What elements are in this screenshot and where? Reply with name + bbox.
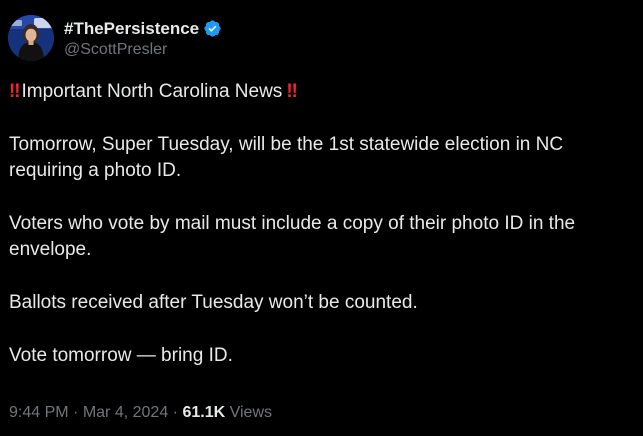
tweet-card: #ThePersistence @ScottPresler ‼ Important… xyxy=(0,0,643,436)
tweet-paragraph: Voters who vote by mail must include a c… xyxy=(9,213,576,260)
author-avatar[interactable] xyxy=(8,15,54,61)
tweet-paragraph: Vote tomorrow — bring ID. xyxy=(9,345,233,366)
avatar-photo-icon xyxy=(8,15,54,61)
tweet-headline: ‼ Important North Carolina News ‼ xyxy=(9,79,637,105)
tweet-paragraph: Tomorrow, Super Tuesday, will be the 1st… xyxy=(9,134,564,181)
tweet-paragraph: Ballots received after Tuesday won’t be … xyxy=(9,292,418,313)
tweet-meta: 9:44 PM · Mar 4, 2024 · 61.1K Views xyxy=(9,404,272,422)
author-handle[interactable]: @ScottPresler xyxy=(64,41,222,59)
tweet-header: #ThePersistence @ScottPresler xyxy=(8,14,222,62)
double-exclamation-icon: ‼ xyxy=(286,81,298,102)
tweet-text: ‼ Important North Carolina News ‼ Tomorrow… xyxy=(9,79,637,369)
tweet-date[interactable]: Mar 4, 2024 xyxy=(83,404,168,421)
views-count[interactable]: 61.1K xyxy=(182,404,225,421)
verified-badge-icon[interactable] xyxy=(203,19,222,38)
author-names: #ThePersistence @ScottPresler xyxy=(64,18,222,59)
display-name-row: #ThePersistence xyxy=(64,18,222,40)
tweet-time[interactable]: 9:44 PM xyxy=(9,404,69,421)
double-exclamation-icon: ‼ xyxy=(9,81,21,102)
meta-separator: · xyxy=(172,404,178,421)
views-label: Views xyxy=(229,404,272,421)
headline-text: Important North Carolina News xyxy=(21,81,283,102)
meta-separator: · xyxy=(73,404,79,421)
author-display-name[interactable]: #ThePersistence xyxy=(64,19,199,39)
